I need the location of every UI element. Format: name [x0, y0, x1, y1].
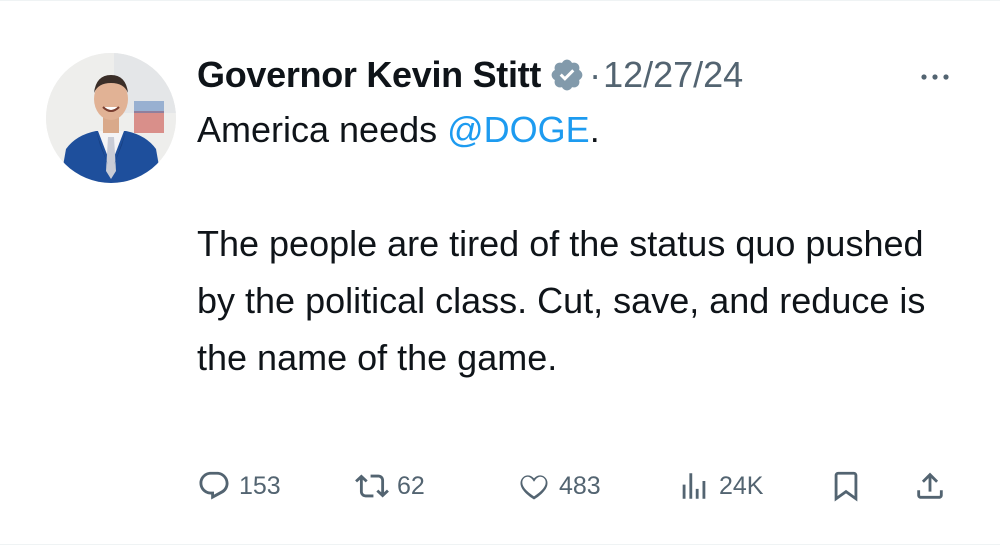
tweet-header: Governor Kevin Stitt · 12/27/24: [197, 49, 967, 101]
tweet-content: Governor Kevin Stitt · 12/27/24 America …: [197, 49, 967, 386]
body-text-prefix: America needs: [197, 109, 448, 150]
share-button[interactable]: [913, 466, 947, 506]
tweet-date[interactable]: 12/27/24: [603, 54, 743, 96]
tweet-body: America needs @DOGE. The people are tire…: [197, 101, 967, 386]
more-options-icon[interactable]: [915, 55, 955, 95]
bookmark-icon: [829, 469, 863, 503]
mention-link[interactable]: @DOGE: [447, 109, 590, 150]
tweet-body-paragraph2: The people are tired of the status quo p…: [197, 223, 926, 378]
repost-count: 62: [397, 471, 425, 500]
reply-icon: [197, 469, 231, 503]
views-count: 24K: [719, 471, 764, 500]
like-button[interactable]: 483: [517, 466, 601, 506]
avatar-portrait-image: [46, 53, 176, 183]
repost-icon: [355, 469, 389, 503]
body-text-suffix: .: [589, 109, 600, 150]
repost-button[interactable]: 62: [355, 466, 425, 506]
author-avatar[interactable]: [46, 53, 176, 183]
author-display-name[interactable]: Governor Kevin Stitt: [197, 54, 541, 96]
share-icon: [913, 469, 947, 503]
views-chart-icon: [677, 469, 711, 503]
reply-count: 153: [239, 471, 281, 500]
verified-badge-icon[interactable]: [549, 57, 585, 93]
tweet-body-line1: America needs @DOGE.: [197, 101, 967, 158]
tweet-actions-bar: 153 62 483 24K: [197, 466, 957, 506]
tweet-card[interactable]: Governor Kevin Stitt · 12/27/24 America …: [0, 0, 1000, 545]
views-button[interactable]: 24K: [677, 466, 763, 506]
heart-icon: [517, 469, 551, 503]
reply-button[interactable]: 153: [197, 466, 281, 506]
header-separator: ·: [589, 54, 602, 95]
like-count: 483: [559, 471, 601, 500]
bookmark-button[interactable]: [829, 466, 863, 506]
